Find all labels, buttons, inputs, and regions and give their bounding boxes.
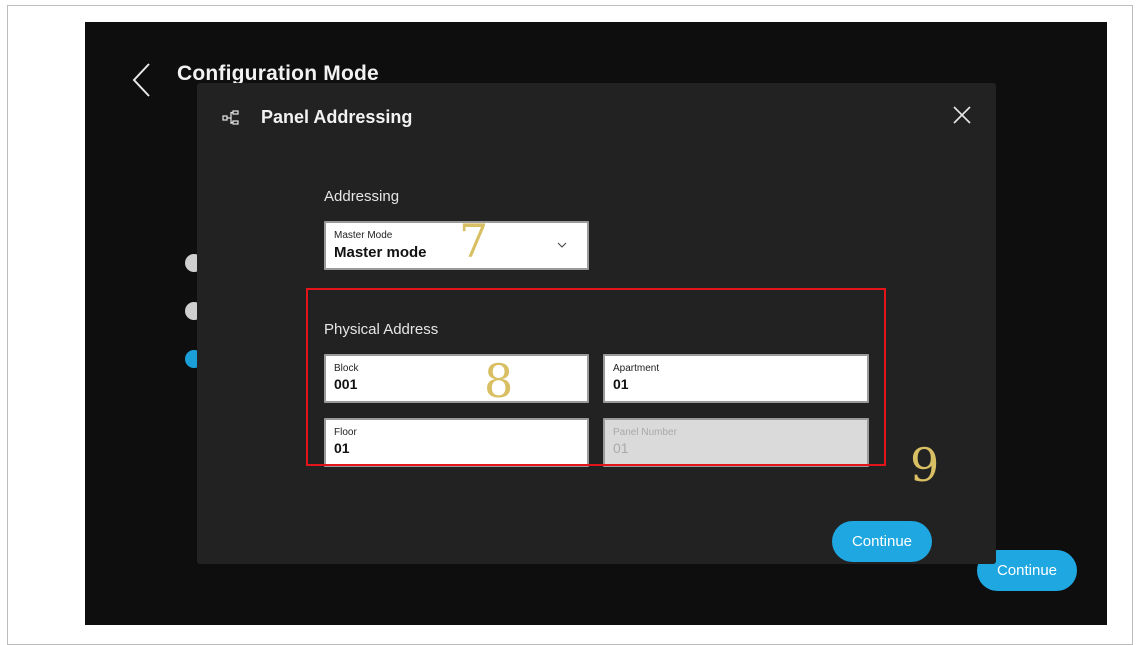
annotation-8: 8 [484,354,514,408]
master-mode-value: Master mode [334,244,427,261]
continue-button[interactable]: Continue [832,521,932,562]
annotation-9: 9 [910,438,940,492]
master-mode-select[interactable]: Master Mode Master mode [324,221,589,270]
chevron-left-icon[interactable] [129,60,155,100]
device-screen: Configuration Mode Continue Panel Addres… [85,22,1107,625]
annotation-7: 7 [459,214,489,268]
close-icon[interactable] [952,105,972,125]
dialog-title: Panel Addressing [261,107,413,127]
highlight-box [306,288,886,466]
chevron-down-icon [557,242,567,248]
addressing-label: Addressing [324,188,400,205]
network-tree-icon [222,110,239,125]
master-mode-label: Master Mode [334,230,393,241]
